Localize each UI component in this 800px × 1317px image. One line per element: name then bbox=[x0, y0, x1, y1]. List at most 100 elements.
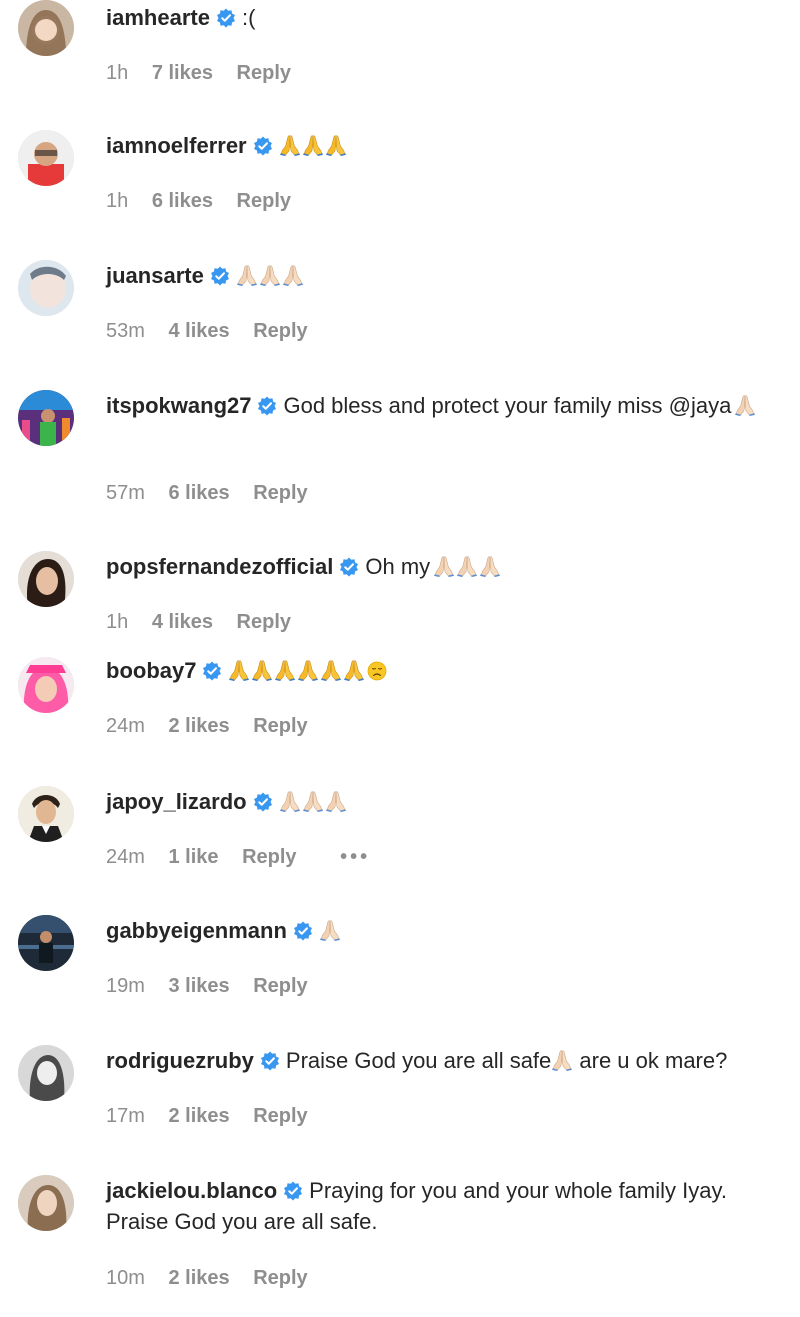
likes-count[interactable]: 6 likes bbox=[168, 482, 229, 504]
username-link[interactable]: iamnoelferrer bbox=[106, 133, 247, 158]
likes-count[interactable]: 6 likes bbox=[152, 190, 213, 212]
avatar[interactable] bbox=[18, 390, 74, 446]
likes-count[interactable]: 4 likes bbox=[152, 611, 213, 633]
username-link[interactable]: popsfernandezofficial bbox=[106, 554, 333, 579]
comment-text: jackielou.blanco Praying for you and your… bbox=[106, 1175, 790, 1237]
folded-hands-yellow-emoji bbox=[343, 659, 365, 681]
folded-hands-yellow-emoji bbox=[325, 134, 347, 156]
reply-button[interactable]: Reply bbox=[253, 320, 307, 342]
folded-hands-light-emoji bbox=[259, 264, 281, 286]
folded-hands-light-emoji bbox=[302, 790, 324, 812]
comment-text: juansarte bbox=[106, 260, 790, 291]
verified-badge-icon bbox=[216, 8, 236, 28]
comment-meta: 53m 4 likes Reply bbox=[106, 320, 326, 343]
likes-count[interactable]: 2 likes bbox=[168, 1105, 229, 1127]
comment-meta: 10m 2 likes Reply bbox=[106, 1267, 326, 1290]
reply-button[interactable]: Reply bbox=[253, 715, 307, 737]
more-options-icon[interactable]: ••• bbox=[340, 846, 370, 868]
verified-badge-icon bbox=[283, 1181, 303, 1201]
folded-hands-yellow-emoji bbox=[279, 134, 301, 156]
comment-meta: 24m 1 like Reply ••• bbox=[106, 846, 388, 869]
comment-meta: 1h 6 likes Reply bbox=[106, 190, 309, 213]
username-link[interactable]: jackielou.blanco bbox=[106, 1178, 277, 1203]
avatar[interactable] bbox=[18, 915, 74, 971]
reply-button[interactable]: Reply bbox=[242, 846, 296, 868]
comment-body: Praise God you are all safe bbox=[285, 1048, 552, 1073]
username-link[interactable]: boobay7 bbox=[106, 658, 196, 683]
avatar[interactable] bbox=[18, 130, 74, 186]
username-link[interactable]: rodriguezruby bbox=[106, 1048, 254, 1073]
comment-body: :( bbox=[241, 5, 256, 30]
avatar[interactable] bbox=[18, 1175, 74, 1231]
reply-button[interactable]: Reply bbox=[253, 975, 307, 997]
username-link[interactable]: itspokwang27 bbox=[106, 393, 251, 418]
verified-badge-icon bbox=[293, 921, 313, 941]
timestamp: 17m bbox=[106, 1105, 145, 1127]
folded-hands-light-emoji bbox=[433, 555, 455, 577]
comment-text: japoy_lizardo bbox=[106, 786, 790, 817]
avatar[interactable] bbox=[18, 551, 74, 607]
folded-hands-light-emoji bbox=[551, 1049, 573, 1071]
reply-button[interactable]: Reply bbox=[237, 190, 291, 212]
username-link[interactable]: juansarte bbox=[106, 263, 204, 288]
comment-meta: 1h 4 likes Reply bbox=[106, 611, 309, 634]
likes-count[interactable]: 3 likes bbox=[168, 975, 229, 997]
avatar[interactable] bbox=[18, 786, 74, 842]
timestamp: 24m bbox=[106, 846, 145, 868]
timestamp: 1h bbox=[106, 611, 129, 633]
reply-button[interactable]: Reply bbox=[253, 1105, 307, 1127]
comment-body-continued: are u ok mare? bbox=[573, 1048, 728, 1073]
likes-count[interactable]: 4 likes bbox=[168, 320, 229, 342]
folded-hands-light-emoji bbox=[456, 555, 478, 577]
comment-text: gabbyeigenmann bbox=[106, 915, 790, 946]
folded-hands-light-emoji bbox=[282, 264, 304, 286]
verified-badge-icon bbox=[210, 266, 230, 286]
timestamp: 10m bbox=[106, 1267, 145, 1289]
avatar[interactable] bbox=[18, 260, 74, 316]
comment-text: rodriguezruby Praise God you are all safe… bbox=[106, 1045, 790, 1076]
comment-text: itspokwang27 God bless and protect your f… bbox=[106, 390, 790, 421]
verified-badge-icon bbox=[339, 557, 359, 577]
likes-count[interactable]: 7 likes bbox=[152, 62, 213, 84]
comment-body: Oh my bbox=[365, 554, 431, 579]
comment-body: God bless and protect your family miss @… bbox=[283, 393, 732, 418]
folded-hands-light-emoji bbox=[734, 394, 756, 416]
username-link[interactable]: iamhearte bbox=[106, 5, 210, 30]
timestamp: 53m bbox=[106, 320, 145, 342]
comment-meta: 57m 6 likes Reply bbox=[106, 482, 326, 505]
folded-hands-yellow-emoji bbox=[251, 659, 273, 681]
comment-text: iamnoelferrer bbox=[106, 130, 790, 161]
timestamp: 1h bbox=[106, 62, 129, 84]
avatar[interactable] bbox=[18, 657, 74, 713]
verified-badge-icon bbox=[202, 661, 222, 681]
comment-meta: 19m 3 likes Reply bbox=[106, 975, 326, 998]
username-link[interactable]: gabbyeigenmann bbox=[106, 918, 287, 943]
verified-badge-icon bbox=[253, 136, 273, 156]
verified-badge-icon bbox=[253, 792, 273, 812]
folded-hands-yellow-emoji bbox=[297, 659, 319, 681]
reply-button[interactable]: Reply bbox=[237, 62, 291, 84]
likes-count[interactable]: 1 like bbox=[168, 846, 218, 868]
avatar[interactable] bbox=[18, 1045, 74, 1101]
verified-badge-icon bbox=[260, 1051, 280, 1071]
comment-meta: 17m 2 likes Reply bbox=[106, 1105, 326, 1128]
username-link[interactable]: japoy_lizardo bbox=[106, 789, 247, 814]
folded-hands-yellow-emoji bbox=[228, 659, 250, 681]
timestamp: 24m bbox=[106, 715, 145, 737]
verified-badge-icon bbox=[257, 396, 277, 416]
reply-button[interactable]: Reply bbox=[237, 611, 291, 633]
timestamp: 19m bbox=[106, 975, 145, 997]
folded-hands-light-emoji bbox=[279, 790, 301, 812]
disappointed-face-emoji bbox=[367, 661, 387, 681]
reply-button[interactable]: Reply bbox=[253, 1267, 307, 1289]
likes-count[interactable]: 2 likes bbox=[168, 1267, 229, 1289]
timestamp: 57m bbox=[106, 482, 145, 504]
folded-hands-light-emoji bbox=[325, 790, 347, 812]
reply-button[interactable]: Reply bbox=[253, 482, 307, 504]
folded-hands-light-emoji bbox=[479, 555, 501, 577]
likes-count[interactable]: 2 likes bbox=[168, 715, 229, 737]
folded-hands-light-emoji bbox=[236, 264, 258, 286]
comment-text: boobay7 bbox=[106, 655, 790, 686]
timestamp: 1h bbox=[106, 190, 129, 212]
avatar[interactable] bbox=[18, 0, 74, 56]
